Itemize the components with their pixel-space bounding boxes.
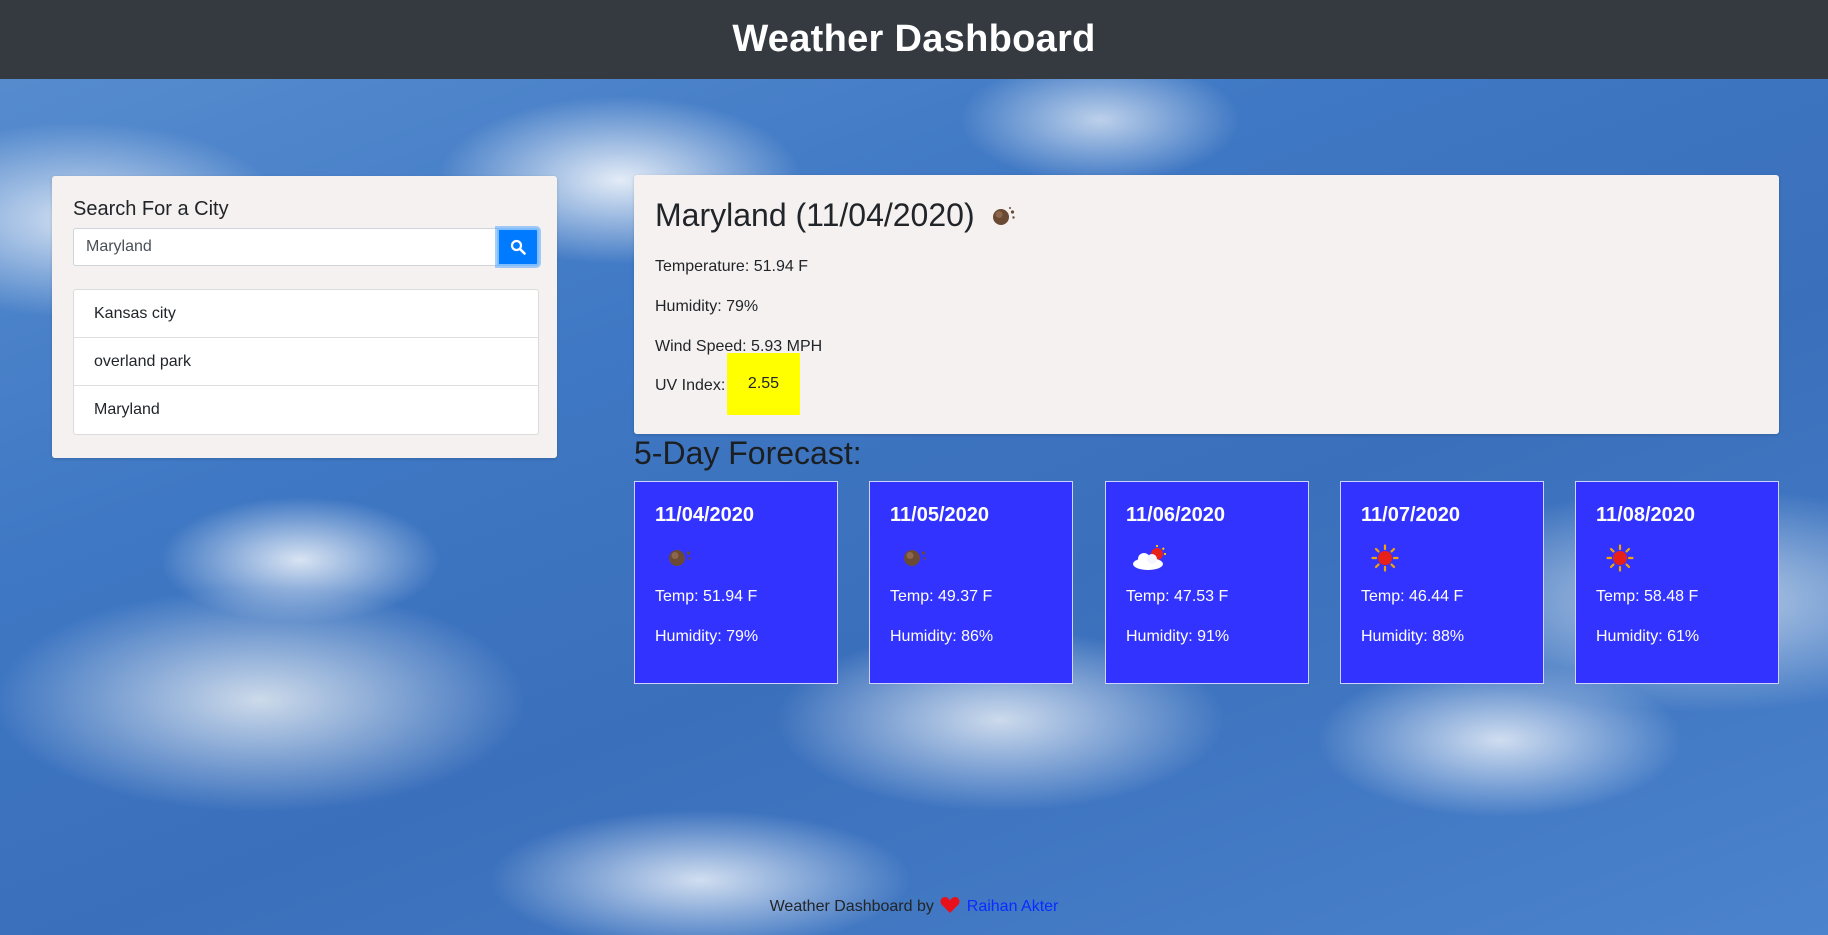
forecast-humidity: Humidity: 86% <box>890 628 994 645</box>
footer-text: Weather Dashboard by <box>769 898 934 915</box>
forecast-temp: Temp: 58.48 F <box>1596 588 1699 605</box>
forecast-humidity: Humidity: 61% <box>1596 628 1700 645</box>
uv-index-value: 2.55 <box>747 375 780 392</box>
forecast-date: 11/05/2020 <box>890 504 989 526</box>
forecast-date: 11/06/2020 <box>1126 504 1225 526</box>
forecast-temp: Temp: 51.94 F <box>655 588 758 605</box>
forecast-humidity: Humidity: 88% <box>1361 628 1465 645</box>
search-icon <box>510 239 526 255</box>
forecast-title: 5-Day Forecast: <box>634 435 862 471</box>
author-link[interactable]: Raihan Akter <box>967 898 1059 915</box>
city-search-input[interactable] <box>73 228 497 266</box>
forecast-humidity: Humidity: 79% <box>655 628 759 645</box>
forecast-temp: Temp: 49.37 F <box>890 588 993 605</box>
history-item-maryland[interactable]: Maryland <box>74 386 538 434</box>
search-history-list: Kansas city overland park Maryland <box>73 289 539 435</box>
moon-icon <box>669 550 691 566</box>
heart-icon <box>940 897 960 913</box>
current-weather-card: Maryland (11/04/2020) Temperature: 51.94… <box>634 175 1779 434</box>
sun-icon <box>1606 544 1634 572</box>
current-city-date: Maryland (11/04/2020) <box>655 197 975 233</box>
history-item-overland-park[interactable]: overland park <box>74 338 538 386</box>
footer: Weather Dashboard by Raihan Akter <box>0 896 1828 916</box>
forecast-card: 11/08/2020 Temp: 58.48 F Humidity: 61% <box>1575 481 1779 684</box>
sun-icon <box>1371 544 1399 572</box>
forecast-card: 11/06/2020 Temp: 47.53 F Humidity: 91% <box>1105 481 1309 684</box>
forecast-card: 11/07/2020 Temp: 46.44 F Humidity: 88% <box>1340 481 1544 684</box>
cloud-sun-icon <box>1133 545 1166 570</box>
forecast-humidity: Humidity: 91% <box>1126 628 1230 645</box>
navbar: Weather Dashboard <box>0 0 1828 79</box>
forecast-card: 11/05/2020 Temp: 49.37 F Humidity: 86% <box>869 481 1073 684</box>
history-item-kansas-city[interactable]: Kansas city <box>74 290 538 338</box>
forecast-temp: Temp: 47.53 F <box>1126 588 1229 605</box>
search-panel: Search For a City Kansas city overland p… <box>52 176 557 458</box>
forecast-card: 11/04/2020 Temp: 51.94 F Humidity: 79% <box>634 481 838 684</box>
forecast-date: 11/07/2020 <box>1361 504 1460 526</box>
current-humidity: Humidity: 79% <box>655 298 759 315</box>
uv-index-badge: 2.55 <box>727 353 800 415</box>
search-title: Search For a City <box>73 198 229 220</box>
moon-icon <box>992 206 1015 225</box>
forecast-date: 11/08/2020 <box>1596 504 1695 526</box>
current-temperature: Temperature: 51.94 F <box>655 258 808 275</box>
search-row <box>73 228 539 266</box>
uv-index-label: UV Index: <box>655 377 726 394</box>
moon-icon <box>904 550 926 566</box>
current-weather-heading: Maryland (11/04/2020) <box>655 197 1019 234</box>
forecast-date: 11/04/2020 <box>655 504 754 526</box>
page-title: Weather Dashboard <box>732 18 1096 60</box>
search-button[interactable] <box>497 228 539 266</box>
forecast-temp: Temp: 46.44 F <box>1361 588 1464 605</box>
